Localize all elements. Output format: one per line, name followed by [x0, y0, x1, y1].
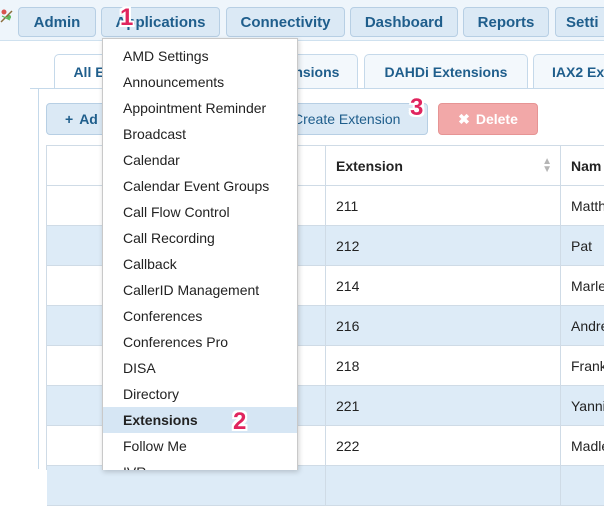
nav-applications[interactable]: Applications — [101, 7, 220, 37]
extension-cell: 212 — [326, 226, 561, 266]
applications-dropdown-menu: AMD Settings Announcements Appointment R… — [102, 38, 298, 470]
menu-item-amd-settings[interactable]: AMD Settings — [103, 43, 297, 69]
menu-item-callback[interactable]: Callback — [103, 251, 297, 277]
nav-dashboard[interactable]: Dashboard — [350, 7, 458, 37]
menu-item-calendar[interactable]: Calendar — [103, 147, 297, 173]
header-name-label: Nam — [571, 157, 602, 174]
menu-item-calendar-event-groups[interactable]: Calendar Event Groups — [103, 173, 297, 199]
name-cell — [561, 466, 604, 506]
menu-item-ivr[interactable]: IVR — [103, 459, 297, 470]
nav-connectivity[interactable]: Connectivity — [226, 7, 345, 37]
menu-item-disa[interactable]: DISA — [103, 355, 297, 381]
delete-button[interactable]: ✖ Delete — [438, 103, 538, 135]
extension-cell: 222 — [326, 426, 561, 466]
nav-reports[interactable]: Reports — [463, 7, 549, 37]
logo-icon — [0, 8, 14, 26]
create-extension-button[interactable]: Create Extension — [280, 103, 428, 135]
menu-item-call-recording[interactable]: Call Recording — [103, 225, 297, 251]
panel-border — [38, 88, 39, 469]
extension-cell: 214 — [326, 266, 561, 306]
add-extension-button[interactable]: + Ad — [46, 103, 106, 135]
name-cell: Madle — [571, 438, 604, 454]
menu-item-appointment-reminder[interactable]: Appointment Reminder — [103, 95, 297, 121]
menu-item-callerid-management[interactable]: CallerID Management — [103, 277, 297, 303]
extension-cell: 216 — [326, 306, 561, 346]
nav-settings[interactable]: Setti — [555, 7, 604, 37]
table-row[interactable] — [47, 466, 604, 506]
x-icon: ✖ — [458, 110, 470, 127]
name-cell: Pat — [571, 238, 593, 254]
header-extension-label: Extension — [336, 157, 403, 174]
name-cell: Andre — [571, 318, 604, 334]
create-button-label: Create Extension — [293, 111, 401, 127]
name-cell: Marle — [571, 278, 604, 294]
top-nav-bar: Admin Applications Connectivity Dashboar… — [0, 0, 604, 41]
menu-item-follow-me[interactable]: Follow Me — [103, 433, 297, 459]
nav-admin[interactable]: Admin — [18, 7, 96, 37]
tab-dahdi-extensions[interactable]: DAHDi Extensions — [364, 54, 528, 88]
select-cell[interactable] — [47, 466, 326, 506]
add-button-label: Ad — [79, 111, 98, 127]
name-cell: Matth — [571, 198, 604, 214]
delete-button-label: Delete — [475, 111, 518, 127]
header-extension[interactable]: Extension ▲ ▼ — [326, 146, 561, 186]
menu-item-conferences-pro[interactable]: Conferences Pro — [103, 329, 297, 355]
menu-item-conferences[interactable]: Conferences — [103, 303, 297, 329]
extension-cell: 218 — [326, 346, 561, 386]
menu-item-extensions[interactable]: Extensions — [103, 407, 297, 433]
menu-item-broadcast[interactable]: Broadcast — [103, 121, 297, 147]
name-cell: Frank — [571, 358, 604, 374]
tab-iax2-extensions[interactable]: IAX2 Ext — [533, 54, 604, 88]
name-cell: Yanni — [571, 398, 604, 414]
sort-icon: ▲ ▼ — [542, 156, 552, 175]
annotation-step-3: 3 — [410, 94, 424, 121]
extension-cell — [326, 466, 561, 506]
extension-cell: 221 — [326, 386, 561, 426]
header-name[interactable]: Nam — [561, 146, 604, 186]
annotation-step-1: 1 — [120, 4, 134, 31]
menu-item-announcements[interactable]: Announcements — [103, 69, 297, 95]
annotation-step-2: 2 — [233, 408, 247, 435]
extension-cell: 211 — [326, 186, 561, 226]
menu-item-call-flow-control[interactable]: Call Flow Control — [103, 199, 297, 225]
menu-item-directory[interactable]: Directory — [103, 381, 297, 407]
plus-icon: + — [65, 111, 74, 127]
